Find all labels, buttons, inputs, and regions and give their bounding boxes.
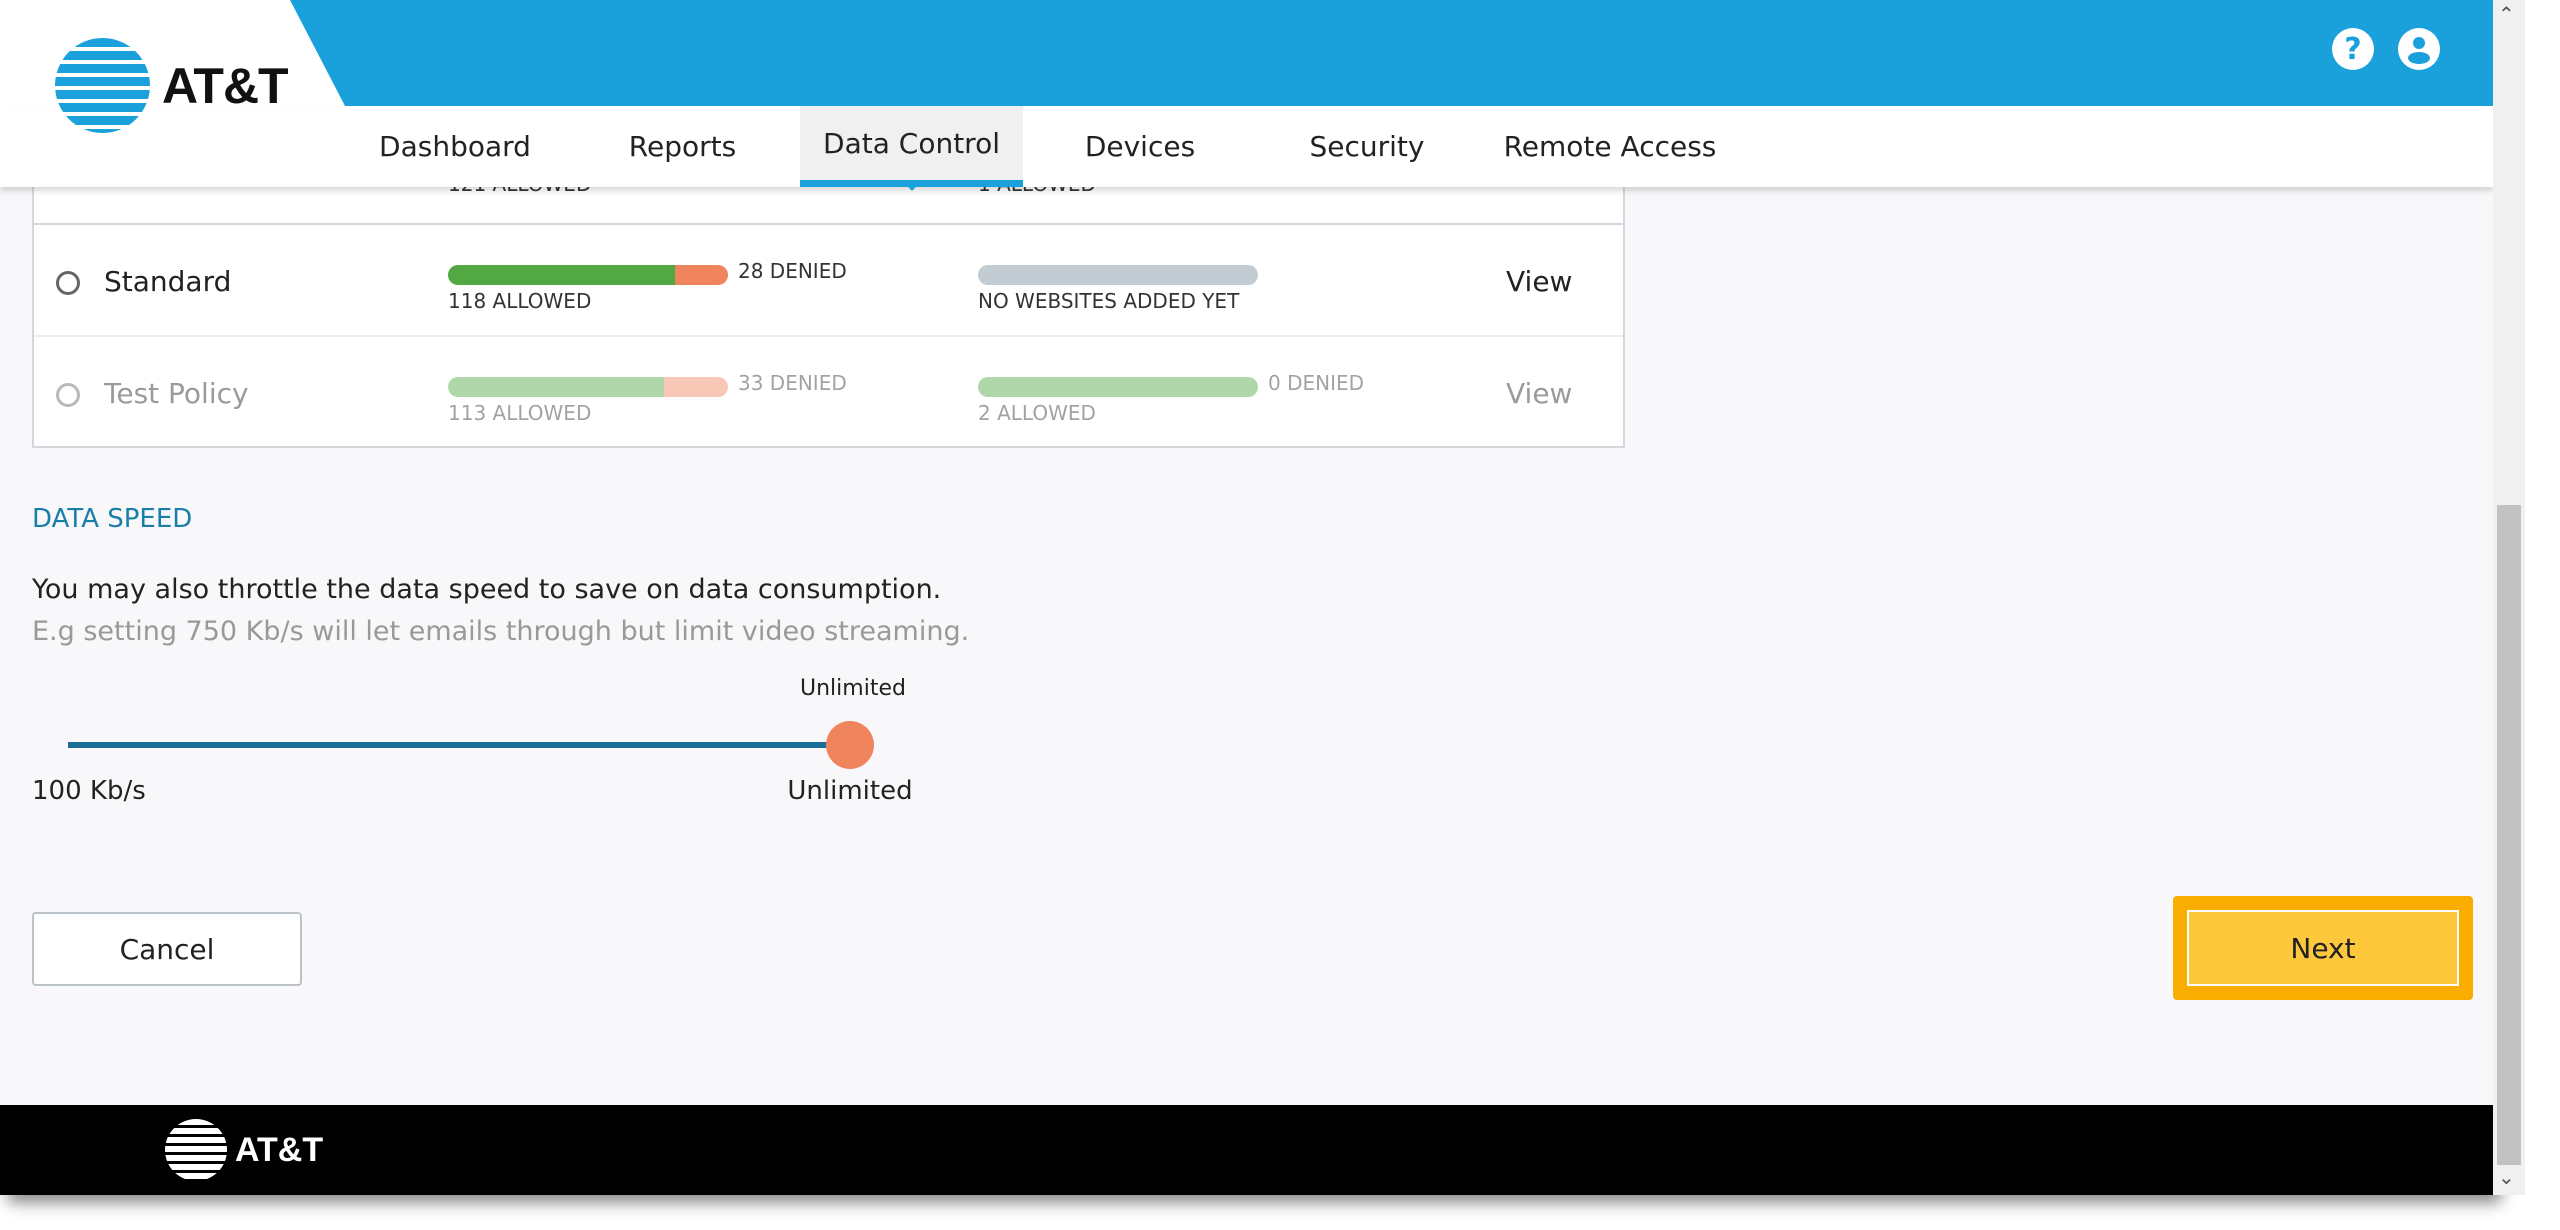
slider-value-label: Unlimited	[800, 676, 906, 701]
tab-dashboard[interactable]: Dashboard	[360, 106, 550, 187]
tab-remote-access[interactable]: Remote Access	[1490, 106, 1730, 187]
att-logo[interactable]: AT&T	[55, 38, 289, 133]
apps-denied-label: 28 DENIED	[738, 259, 847, 283]
apps-allowed-label: 113 ALLOWED	[448, 401, 592, 425]
apps-bar	[448, 265, 728, 285]
tab-security[interactable]: Security	[1272, 106, 1462, 187]
tab-data-control[interactable]: Data Control	[800, 106, 1023, 191]
cancel-button[interactable]: Cancel	[32, 912, 302, 986]
header-bar	[0, 0, 2493, 106]
policy-radio[interactable]	[56, 271, 80, 295]
footer-logo: AT&T	[165, 1119, 323, 1181]
apps-denied-label: 33 DENIED	[738, 371, 847, 395]
apps-bar	[448, 377, 728, 397]
web-denied-label: 0 DENIED	[1268, 371, 1365, 395]
scroll-down-icon[interactable]: ⌄	[2498, 1165, 2515, 1189]
view-link[interactable]: View	[1506, 265, 1572, 298]
web-label: NO WEBSITES ADDED YET	[978, 289, 1240, 313]
tab-devices[interactable]: Devices	[1045, 106, 1235, 187]
policy-table: 121 ALLOWED 1 ALLOWED Standard 28 DENIED…	[32, 150, 1625, 448]
policy-name: Test Policy	[104, 377, 249, 410]
main-nav: Dashboard Reports Data Control Devices S…	[0, 106, 2493, 191]
help-icon[interactable]: ?	[2332, 28, 2374, 70]
globe-icon	[165, 1119, 227, 1181]
policy-name: Standard	[104, 265, 232, 298]
speed-slider-handle[interactable]	[826, 721, 874, 769]
policy-radio[interactable]	[56, 383, 80, 407]
slider-max-label: Unlimited	[787, 776, 913, 806]
next-button[interactable]: Next	[2173, 896, 2473, 1000]
web-bar	[978, 265, 1258, 285]
web-allowed-label: 2 ALLOWED	[978, 401, 1096, 425]
scrollbar-thumb[interactable]	[2497, 505, 2521, 1165]
section-hint: E.g setting 750 Kb/s will let emails thr…	[32, 616, 970, 647]
app-window: AT&T ? Dashboard Reports Data Control De…	[0, 0, 2493, 1195]
section-heading: DATA SPEED	[32, 504, 193, 534]
tab-reports[interactable]: Reports	[590, 106, 775, 187]
speed-slider-track[interactable]	[68, 742, 850, 748]
view-link[interactable]: View	[1506, 377, 1572, 410]
policy-row-test-policy[interactable]: Test Policy 33 DENIED 113 ALLOWED 0 DENI…	[34, 335, 1623, 447]
slider-min-label: 100 Kb/s	[32, 776, 146, 806]
footer: AT&T	[0, 1105, 2493, 1195]
web-bar	[978, 377, 1258, 397]
account-icon[interactable]	[2398, 28, 2440, 70]
policy-row-standard[interactable]: Standard 28 DENIED 118 ALLOWED NO WEBSIT…	[34, 223, 1623, 335]
scroll-up-icon[interactable]: ⌃	[2498, 2, 2515, 26]
section-description: You may also throttle the data speed to …	[32, 574, 942, 605]
globe-icon	[55, 38, 150, 133]
apps-allowed-label: 118 ALLOWED	[448, 289, 592, 313]
logo-text: AT&T	[162, 57, 289, 114]
footer-logo-text: AT&T	[235, 1130, 324, 1169]
